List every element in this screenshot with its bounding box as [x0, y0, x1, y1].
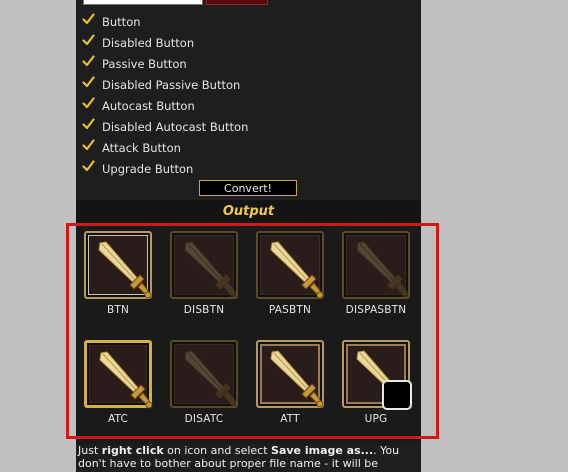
- icon-tile-upg[interactable]: UPG: [338, 338, 414, 439]
- instructions-emphasis: right click: [101, 444, 164, 457]
- icon-label: DISATC: [184, 413, 224, 425]
- icon-tile-disatc[interactable]: DISATC: [166, 338, 242, 439]
- icon-tile-dispasbtn[interactable]: DISPASBTN: [338, 229, 414, 330]
- instructions-text: Just right click on icon and select Save…: [78, 444, 420, 470]
- icon-tile-btn[interactable]: BTN: [80, 229, 156, 330]
- checkmark-icon[interactable]: [82, 54, 95, 68]
- option-label: Passive Button: [102, 57, 187, 71]
- icon-frame: [256, 231, 324, 299]
- option-checkbox[interactable]: Autocast Button: [82, 96, 195, 116]
- option-checkbox[interactable]: Disabled Button: [82, 33, 194, 53]
- icon-label: UPG: [364, 413, 388, 425]
- sword-icon: [95, 349, 155, 415]
- option-checkbox[interactable]: Passive Button: [82, 54, 187, 74]
- option-label: Button: [102, 15, 141, 29]
- option-checkbox[interactable]: Disabled Passive Button: [82, 75, 240, 95]
- sword-icon: [180, 239, 240, 305]
- icon-tile-pasbtn[interactable]: PASBTN: [252, 229, 328, 330]
- option-checkbox[interactable]: Upgrade Button: [82, 159, 193, 179]
- upgrade-overlay-icon: [382, 380, 412, 410]
- browse-button[interactable]: [206, 0, 268, 5]
- option-label: Autocast Button: [102, 99, 195, 113]
- checkmark-icon[interactable]: [82, 96, 95, 110]
- checkmark-icon[interactable]: [82, 138, 95, 152]
- option-label: Attack Button: [102, 141, 181, 155]
- sword-icon: [180, 348, 240, 414]
- icon-label: ATT: [280, 413, 300, 425]
- icon-label: BTN: [106, 304, 130, 316]
- icon-tile-disbtn[interactable]: DISBTN: [166, 229, 242, 330]
- option-checkbox[interactable]: Attack Button: [82, 138, 181, 158]
- icon-tile-atc[interactable]: ATC: [80, 338, 156, 439]
- icon-label: DISPASBTN: [345, 304, 407, 316]
- icon-frame: [342, 340, 412, 410]
- checkmark-icon[interactable]: [82, 33, 95, 47]
- icon-label: ATC: [107, 413, 129, 425]
- convert-button[interactable]: Convert!: [199, 180, 297, 196]
- sword-icon: [94, 239, 154, 305]
- icon-label: DISBTN: [183, 304, 225, 316]
- instructions-part: Just: [78, 444, 102, 457]
- output-title: Output: [222, 204, 275, 219]
- option-checkbox[interactable]: Button: [82, 12, 141, 32]
- sword-icon: [266, 348, 326, 414]
- instructions-emphasis: Save image as...: [271, 444, 374, 457]
- option-label: Disabled Button: [102, 36, 195, 50]
- icon-frame: [256, 340, 324, 408]
- option-label: Disabled Passive Button: [102, 78, 241, 92]
- checkmark-icon[interactable]: [82, 75, 95, 89]
- sword-icon: [352, 239, 412, 305]
- checkmark-icon[interactable]: [82, 159, 95, 173]
- icon-tile-att[interactable]: ATT: [252, 338, 328, 439]
- checkmark-icon[interactable]: [82, 12, 95, 26]
- icon-frame: [170, 231, 238, 299]
- icon-frame: [170, 340, 238, 408]
- icon-frame: [84, 231, 152, 299]
- option-checkbox[interactable]: Disabled Autocast Button: [82, 117, 248, 137]
- option-label: Upgrade Button: [102, 162, 194, 176]
- icon-frame: [342, 231, 410, 299]
- file-input[interactable]: [83, 0, 203, 5]
- instructions-part: on icon and select: [163, 444, 272, 457]
- option-label: Disabled Autocast Button: [102, 120, 249, 134]
- checkmark-icon[interactable]: [82, 117, 95, 131]
- icon-label: PASBTN: [268, 304, 312, 316]
- icon-frame: [84, 340, 153, 409]
- sword-icon: [266, 239, 326, 305]
